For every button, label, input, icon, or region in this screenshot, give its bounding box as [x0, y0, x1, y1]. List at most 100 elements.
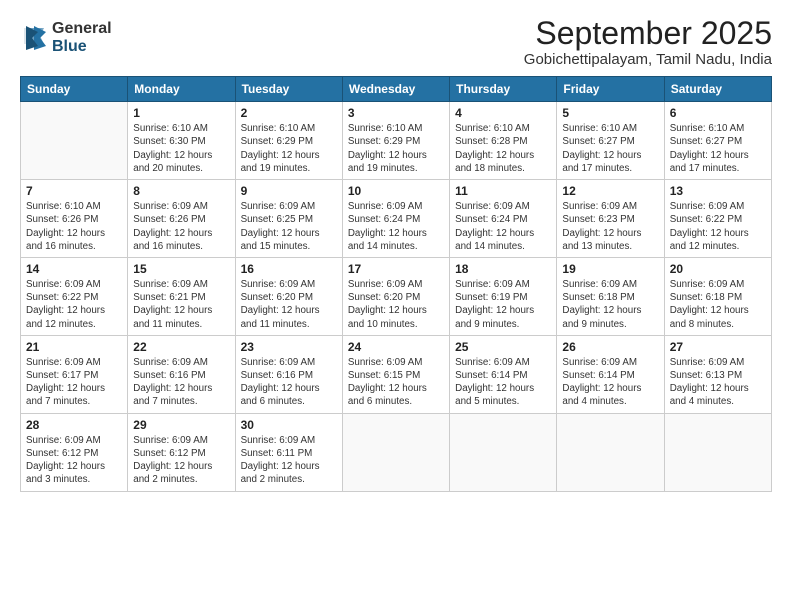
day-number: 6 [670, 106, 766, 120]
calendar-cell [342, 413, 449, 491]
calendar-cell [450, 413, 557, 491]
day-number: 29 [133, 418, 229, 432]
day-number: 27 [670, 340, 766, 354]
month-title: September 2025 [524, 16, 772, 51]
logo-general: General [52, 20, 112, 38]
calendar-week-2: 7 Sunrise: 6:10 AMSunset: 6:26 PMDaylight… [21, 180, 772, 258]
day-info: Sunrise: 6:09 AMSunset: 6:18 PMDaylight:… [670, 278, 766, 331]
day-number: 20 [670, 262, 766, 276]
calendar-week-5: 28Sunrise: 6:09 AMSunset: 6:12 PMDayligh… [21, 413, 772, 491]
calendar-cell: 1 Sunrise: 6:10 AMSunset: 6:30 PMDaylight… [128, 102, 235, 180]
day-number: 25 [455, 340, 551, 354]
calendar-week-1: 1 Sunrise: 6:10 AMSunset: 6:30 PMDaylight… [21, 102, 772, 180]
calendar-cell: 9Sunrise: 6:09 AMSunset: 6:25 PMDaylight… [235, 180, 342, 258]
logo-blue: Blue [52, 38, 112, 56]
day-number: 13 [670, 184, 766, 198]
day-number: 21 [26, 340, 122, 354]
calendar-cell: 19 Sunrise: 6:09 AMSunset: 6:18 PMDayligh… [557, 257, 664, 335]
day-info: Sunrise: 6:09 AMSunset: 6:14 PMDaylight:… [562, 356, 658, 409]
day-info: Sunrise: 6:09 AMSunset: 6:22 PMDaylight:… [670, 200, 766, 253]
calendar-cell: 30Sunrise: 6:09 AMSunset: 6:11 PMDayligh… [235, 413, 342, 491]
day-number: 17 [348, 262, 444, 276]
calendar-cell: 12 Sunrise: 6:09 AMSunset: 6:23 PMDayligh… [557, 180, 664, 258]
calendar-cell: 17Sunrise: 6:09 AMSunset: 6:20 PMDayligh… [342, 257, 449, 335]
calendar-cell: 14Sunrise: 6:09 AMSunset: 6:22 PMDayligh… [21, 257, 128, 335]
day-info: Sunrise: 6:10 AMSunset: 6:27 PMDaylight:… [670, 122, 766, 175]
calendar-cell: 15Sunrise: 6:09 AMSunset: 6:21 PMDayligh… [128, 257, 235, 335]
day-number: 7 [26, 184, 122, 198]
calendar-cell: 25 Sunrise: 6:09 AMSunset: 6:14 PMDayligh… [450, 335, 557, 413]
day-number: 16 [241, 262, 337, 276]
day-number: 1 [133, 106, 229, 120]
day-info: Sunrise: 6:09 AMSunset: 6:11 PMDaylight:… [241, 434, 337, 487]
calendar-cell: 28Sunrise: 6:09 AMSunset: 6:12 PMDayligh… [21, 413, 128, 491]
day-info: Sunrise: 6:09 AMSunset: 6:26 PMDaylight:… [133, 200, 229, 253]
day-info: Sunrise: 6:10 AMSunset: 6:30 PMDaylight:… [133, 122, 229, 175]
col-monday: Monday [128, 77, 235, 102]
calendar-cell: 7 Sunrise: 6:10 AMSunset: 6:26 PMDaylight… [21, 180, 128, 258]
day-info: Sunrise: 6:09 AMSunset: 6:14 PMDaylight:… [455, 356, 551, 409]
col-saturday: Saturday [664, 77, 771, 102]
col-tuesday: Tuesday [235, 77, 342, 102]
day-number: 12 [562, 184, 658, 198]
calendar-cell: 11 Sunrise: 6:09 AMSunset: 6:24 PMDayligh… [450, 180, 557, 258]
logo-text: General Blue [52, 20, 112, 55]
day-info: Sunrise: 6:10 AMSunset: 6:29 PMDaylight:… [241, 122, 337, 175]
day-info: Sunrise: 6:10 AMSunset: 6:28 PMDaylight:… [455, 122, 551, 175]
day-number: 11 [455, 184, 551, 198]
day-info: Sunrise: 6:09 AMSunset: 6:21 PMDaylight:… [133, 278, 229, 331]
col-sunday: Sunday [21, 77, 128, 102]
day-number: 10 [348, 184, 444, 198]
day-info: Sunrise: 6:10 AMSunset: 6:27 PMDaylight:… [562, 122, 658, 175]
day-info: Sunrise: 6:09 AMSunset: 6:23 PMDaylight:… [562, 200, 658, 253]
day-number: 3 [348, 106, 444, 120]
logo: General Blue [20, 20, 112, 55]
day-number: 18 [455, 262, 551, 276]
day-number: 23 [241, 340, 337, 354]
day-info: Sunrise: 6:09 AMSunset: 6:24 PMDaylight:… [455, 200, 551, 253]
day-info: Sunrise: 6:09 AMSunset: 6:16 PMDaylight:… [241, 356, 337, 409]
day-info: Sunrise: 6:09 AMSunset: 6:19 PMDaylight:… [455, 278, 551, 331]
calendar-week-4: 21 Sunrise: 6:09 AMSunset: 6:17 PMDayligh… [21, 335, 772, 413]
calendar-cell: 5 Sunrise: 6:10 AMSunset: 6:27 PMDaylight… [557, 102, 664, 180]
calendar-cell [21, 102, 128, 180]
calendar-cell: 29 Sunrise: 6:09 AMSunset: 6:12 PMDayligh… [128, 413, 235, 491]
day-number: 2 [241, 106, 337, 120]
day-number: 22 [133, 340, 229, 354]
day-info: Sunrise: 6:09 AMSunset: 6:20 PMDaylight:… [241, 278, 337, 331]
calendar-cell: 27Sunrise: 6:09 AMSunset: 6:13 PMDayligh… [664, 335, 771, 413]
calendar-cell: 20 Sunrise: 6:09 AMSunset: 6:18 PMDayligh… [664, 257, 771, 335]
day-info: Sunrise: 6:09 AMSunset: 6:16 PMDaylight:… [133, 356, 229, 409]
day-number: 4 [455, 106, 551, 120]
day-info: Sunrise: 6:09 AMSunset: 6:15 PMDaylight:… [348, 356, 444, 409]
calendar-week-3: 14Sunrise: 6:09 AMSunset: 6:22 PMDayligh… [21, 257, 772, 335]
day-info: Sunrise: 6:09 AMSunset: 6:24 PMDaylight:… [348, 200, 444, 253]
calendar-cell [557, 413, 664, 491]
calendar-cell: 26 Sunrise: 6:09 AMSunset: 6:14 PMDayligh… [557, 335, 664, 413]
day-info: Sunrise: 6:09 AMSunset: 6:17 PMDaylight:… [26, 356, 122, 409]
calendar-table: Sunday Monday Tuesday Wednesday Thursday… [20, 76, 772, 491]
col-thursday: Thursday [450, 77, 557, 102]
calendar-cell: 22 Sunrise: 6:09 AMSunset: 6:16 PMDayligh… [128, 335, 235, 413]
calendar-cell: 10 Sunrise: 6:09 AMSunset: 6:24 PMDayligh… [342, 180, 449, 258]
day-number: 24 [348, 340, 444, 354]
day-number: 19 [562, 262, 658, 276]
day-number: 9 [241, 184, 337, 198]
day-info: Sunrise: 6:10 AMSunset: 6:26 PMDaylight:… [26, 200, 122, 253]
day-info: Sunrise: 6:09 AMSunset: 6:12 PMDaylight:… [133, 434, 229, 487]
page-header: General Blue September 2025 Gobichettipa… [20, 16, 772, 68]
col-friday: Friday [557, 77, 664, 102]
calendar-cell: 13 Sunrise: 6:09 AMSunset: 6:22 PMDayligh… [664, 180, 771, 258]
day-number: 5 [562, 106, 658, 120]
calendar-cell: 23 Sunrise: 6:09 AMSunset: 6:16 PMDayligh… [235, 335, 342, 413]
col-wednesday: Wednesday [342, 77, 449, 102]
day-info: Sunrise: 6:10 AMSunset: 6:29 PMDaylight:… [348, 122, 444, 175]
calendar-cell: 3 Sunrise: 6:10 AMSunset: 6:29 PMDaylight… [342, 102, 449, 180]
calendar-cell: 16 Sunrise: 6:09 AMSunset: 6:20 PMDayligh… [235, 257, 342, 335]
location-subtitle: Gobichettipalayam, Tamil Nadu, India [524, 51, 772, 68]
day-info: Sunrise: 6:09 AMSunset: 6:18 PMDaylight:… [562, 278, 658, 331]
day-number: 26 [562, 340, 658, 354]
day-info: Sunrise: 6:09 AMSunset: 6:22 PMDaylight:… [26, 278, 122, 331]
calendar-cell: 21 Sunrise: 6:09 AMSunset: 6:17 PMDayligh… [21, 335, 128, 413]
calendar-cell: 18 Sunrise: 6:09 AMSunset: 6:19 PMDayligh… [450, 257, 557, 335]
